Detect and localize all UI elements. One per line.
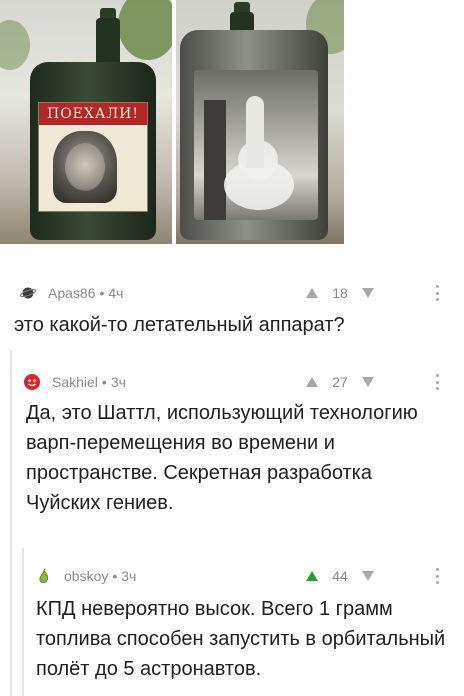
post-photo-bottle-shuttle[interactable] — [176, 0, 344, 244]
upvote-arrow-icon[interactable] — [306, 571, 318, 581]
plant-leaves — [118, 0, 172, 60]
comment-text: КПД невероятно высок. Всего 1 грамм топл… — [36, 598, 446, 680]
comment-1-votes: 18 — [306, 283, 374, 303]
downvote-arrow-icon[interactable] — [362, 377, 374, 387]
more-options-icon[interactable] — [436, 374, 440, 390]
comment-text: это какой-то летательный аппарат? — [14, 314, 345, 336]
bottle-label: ПОЕХАЛИ! — [38, 102, 148, 212]
vote-score: 27 — [332, 374, 348, 390]
thread-line[interactable] — [10, 350, 12, 696]
separator-dot: • — [101, 374, 107, 390]
more-options-icon[interactable] — [436, 568, 440, 584]
shuttle-launch-image — [194, 70, 318, 220]
upvote-arrow-icon[interactable] — [306, 377, 318, 387]
plant-leaves — [0, 20, 30, 70]
comment-time: 4ч — [108, 285, 124, 301]
comment-author[interactable]: Sakhiel — [52, 374, 98, 390]
comment-2-meta: Sakhiel • 3ч — [24, 372, 126, 392]
post-photo-bottle-label[interactable]: ПОЕХАЛИ! — [0, 0, 172, 244]
thread-line[interactable] — [22, 548, 24, 696]
cosmonaut-face — [65, 143, 105, 191]
planet-icon[interactable] — [20, 285, 36, 301]
comment-1-meta: Apas86 • 4ч — [20, 283, 123, 303]
comment-2-votes: 27 — [306, 372, 374, 392]
vote-score: 44 — [332, 568, 348, 584]
separator-dot: • — [99, 285, 105, 301]
comment-author[interactable]: obskoy — [64, 568, 108, 584]
bottle-neck — [96, 18, 120, 68]
upvote-arrow-icon[interactable] — [306, 288, 318, 298]
vote-score: 18 — [332, 285, 348, 301]
comment-time: 3ч — [121, 568, 137, 584]
label-title: ПОЕХАЛИ! — [39, 103, 147, 125]
pear-icon[interactable] — [36, 568, 52, 584]
space-shuttle — [246, 96, 264, 168]
comment-author[interactable]: Apas86 — [48, 285, 95, 301]
red-smiley-icon[interactable] — [24, 374, 40, 390]
comment-time: 3ч — [110, 374, 126, 390]
launch-tower — [204, 100, 226, 220]
comment-text: Да, это Шаттл, использующий технологию в… — [26, 402, 418, 514]
bottle — [180, 30, 328, 240]
bottle: ПОЕХАЛИ! — [30, 62, 156, 240]
comment-3-votes: 44 — [306, 566, 374, 586]
separator-dot: • — [112, 568, 118, 584]
downvote-arrow-icon[interactable] — [362, 288, 374, 298]
more-options-icon[interactable] — [436, 285, 440, 301]
downvote-arrow-icon[interactable] — [362, 571, 374, 581]
comment-3-meta: obskoy • 3ч — [36, 566, 136, 586]
